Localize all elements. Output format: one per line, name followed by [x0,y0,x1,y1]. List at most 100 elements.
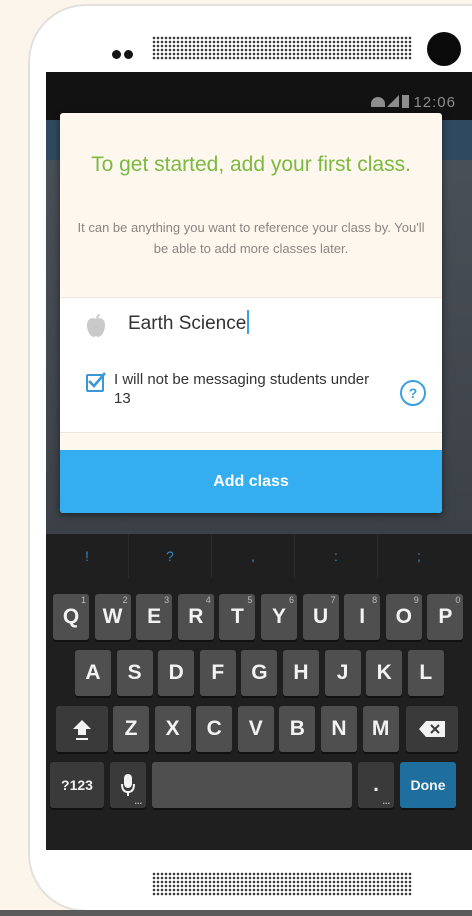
key-label: H [293,661,309,684]
key-m[interactable]: M [362,706,399,752]
key-s[interactable]: S [116,650,153,696]
key-j[interactable]: J [324,650,361,696]
key-i[interactable]: I8 [344,594,381,640]
key-more: ... [134,796,142,806]
key-g[interactable]: G [241,650,278,696]
key-label: S [127,661,142,684]
key-hint: 7 [330,595,336,605]
symbol-key[interactable]: ; [378,534,460,578]
key-label: C [206,717,222,740]
symbol-key[interactable]: : [295,534,378,578]
key-label: Done [410,777,446,793]
key-label: T [230,605,244,628]
status-time: 12:06 [413,94,456,111]
key-label: . [373,773,379,796]
key-c[interactable]: C [196,706,233,752]
under-13-label: I will not be messaging students under 1… [114,371,370,407]
key-label: P [438,605,453,628]
battery-icon [402,95,410,108]
key-hint: 5 [247,595,253,605]
key-a[interactable]: A [75,650,111,696]
key-e[interactable]: E3 [136,594,173,640]
key-label: V [248,717,263,740]
signal-icon [387,95,400,107]
help-icon[interactable]: ? [400,380,426,406]
class-name-row: Earth Science [60,297,442,353]
shift-icon [73,720,91,741]
apple-icon [87,314,105,337]
top-speaker-grille [152,36,412,60]
key-p[interactable]: P0 [427,594,464,640]
add-class-button[interactable]: Add class [60,450,442,513]
key-r[interactable]: R4 [177,594,214,640]
key-hint: 2 [122,595,128,605]
key-label: F [211,661,225,684]
done-key[interactable]: Done [400,762,456,808]
key-label: X [165,717,180,740]
under-13-checkbox[interactable] [86,372,106,392]
key-l[interactable]: L [407,650,444,696]
key-label: L [419,661,433,684]
key-hint: 9 [413,595,419,605]
key-u[interactable]: U7 [302,594,339,640]
key-k[interactable]: K [366,650,403,696]
shift-key[interactable] [56,706,108,752]
key-label: Z [124,717,138,740]
key-label: N [331,717,347,740]
sensor-dots [112,46,136,64]
key-label: G [251,661,268,684]
front-camera [427,32,461,66]
text-caret [247,310,250,334]
microphone-icon [121,774,135,797]
symbol-key[interactable]: ? [129,534,212,578]
key-label: I [359,605,366,628]
key-hint: 0 [455,595,461,605]
phone-edge [0,910,472,916]
key-label: M [371,717,390,740]
key-v[interactable]: V [237,706,274,752]
key-w[interactable]: W2 [94,594,131,640]
phone-screen: 12:06 To get started, add your first cla… [46,72,472,850]
dialog-subtitle: It can be anything you want to reference… [77,220,425,256]
add-class-dialog: To get started, add your first class. It… [60,113,442,513]
key-z[interactable]: Z [113,706,149,752]
key-f[interactable]: F [199,650,236,696]
backspace-icon [419,721,445,738]
key-hint: 3 [164,595,170,605]
key-label: A [85,661,101,684]
key-label: ?123 [61,777,93,793]
key-n[interactable]: N [321,706,357,752]
space-key[interactable] [152,762,352,808]
key-q[interactable]: Q1 [53,594,89,640]
key-o[interactable]: O9 [385,594,422,640]
key-label: R [188,605,204,628]
key-hint: 4 [205,595,211,605]
key-h[interactable]: H [283,650,319,696]
voice-input-key[interactable]: ... [110,762,146,808]
under-13-row: I will not be messaging students under 1… [60,352,442,433]
key-label: Y [271,605,286,628]
key-label: J [336,661,349,684]
key-hint: 6 [288,595,294,605]
status-icons: 12:06 [371,94,456,111]
bottom-speaker-grille [152,872,412,896]
checkmark-icon [88,372,106,388]
key-t[interactable]: T5 [219,594,256,640]
key-x[interactable]: X [154,706,191,752]
key-d[interactable]: D [158,650,195,696]
symbol-key[interactable]: , [212,534,295,578]
dialog-title: To get started, add your first class. [91,153,411,176]
key-y[interactable]: Y6 [261,594,297,640]
key-label: Q [62,605,80,628]
key-label: B [289,717,305,740]
key-b[interactable]: B [279,706,316,752]
period-key[interactable]: .... [358,762,394,808]
key-label: E [147,605,162,628]
soft-keyboard: ! ? , : ; Q1W2E3R4T5Y6U7I8O9P0ASDFGHJKLZ… [46,534,472,850]
backspace-key[interactable] [406,706,458,752]
key-hint: 8 [372,595,378,605]
symbols-mode-key[interactable]: ?123 [50,762,104,808]
class-name-input[interactable]: Earth Science [128,308,418,340]
symbol-key[interactable]: ! [46,534,129,578]
key-hint: 1 [80,595,86,605]
